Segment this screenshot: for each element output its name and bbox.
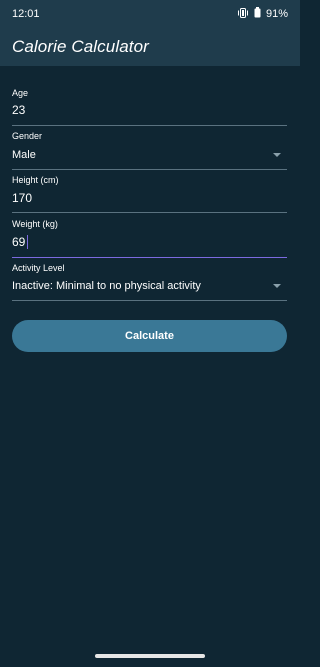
status-time: 12:01 — [12, 8, 40, 20]
age-input[interactable]: 23 — [12, 103, 25, 117]
gender-value[interactable]: Male — [12, 149, 36, 161]
activity-label: Activity Level — [12, 263, 65, 273]
age-label: Age — [12, 88, 29, 98]
weight-input[interactable]: 69 — [12, 235, 25, 249]
status-icons: 91% — [237, 7, 288, 21]
gender-dropdown[interactable]: Gender Male — [12, 128, 287, 170]
age-field[interactable]: Age 23 — [12, 84, 287, 126]
text-cursor — [27, 235, 28, 249]
vibrate-icon — [237, 7, 249, 21]
chevron-down-icon[interactable] — [273, 284, 281, 288]
calculate-button[interactable]: Calculate — [12, 320, 287, 352]
status-bar: 12:01 91% — [0, 0, 300, 28]
weight-field[interactable]: Weight (kg) 69 — [12, 215, 287, 258]
weight-label: Weight (kg) — [12, 219, 58, 229]
gender-label: Gender — [12, 131, 43, 141]
height-label: Height (cm) — [12, 175, 59, 185]
height-field[interactable]: Height (cm) 170 — [12, 172, 287, 213]
page-title: Calorie Calculator — [12, 37, 149, 56]
app-bar: Calorie Calculator — [0, 28, 300, 66]
activity-value[interactable]: Inactive: Minimal to no physical activit… — [12, 280, 201, 292]
battery-icon — [254, 7, 261, 21]
home-indicator[interactable] — [95, 654, 205, 658]
battery-percent: 91% — [265, 8, 288, 20]
activity-dropdown[interactable]: Activity Level Inactive: Minimal to no p… — [12, 259, 287, 301]
height-input[interactable]: 170 — [12, 191, 32, 205]
chevron-down-icon[interactable] — [273, 153, 281, 157]
